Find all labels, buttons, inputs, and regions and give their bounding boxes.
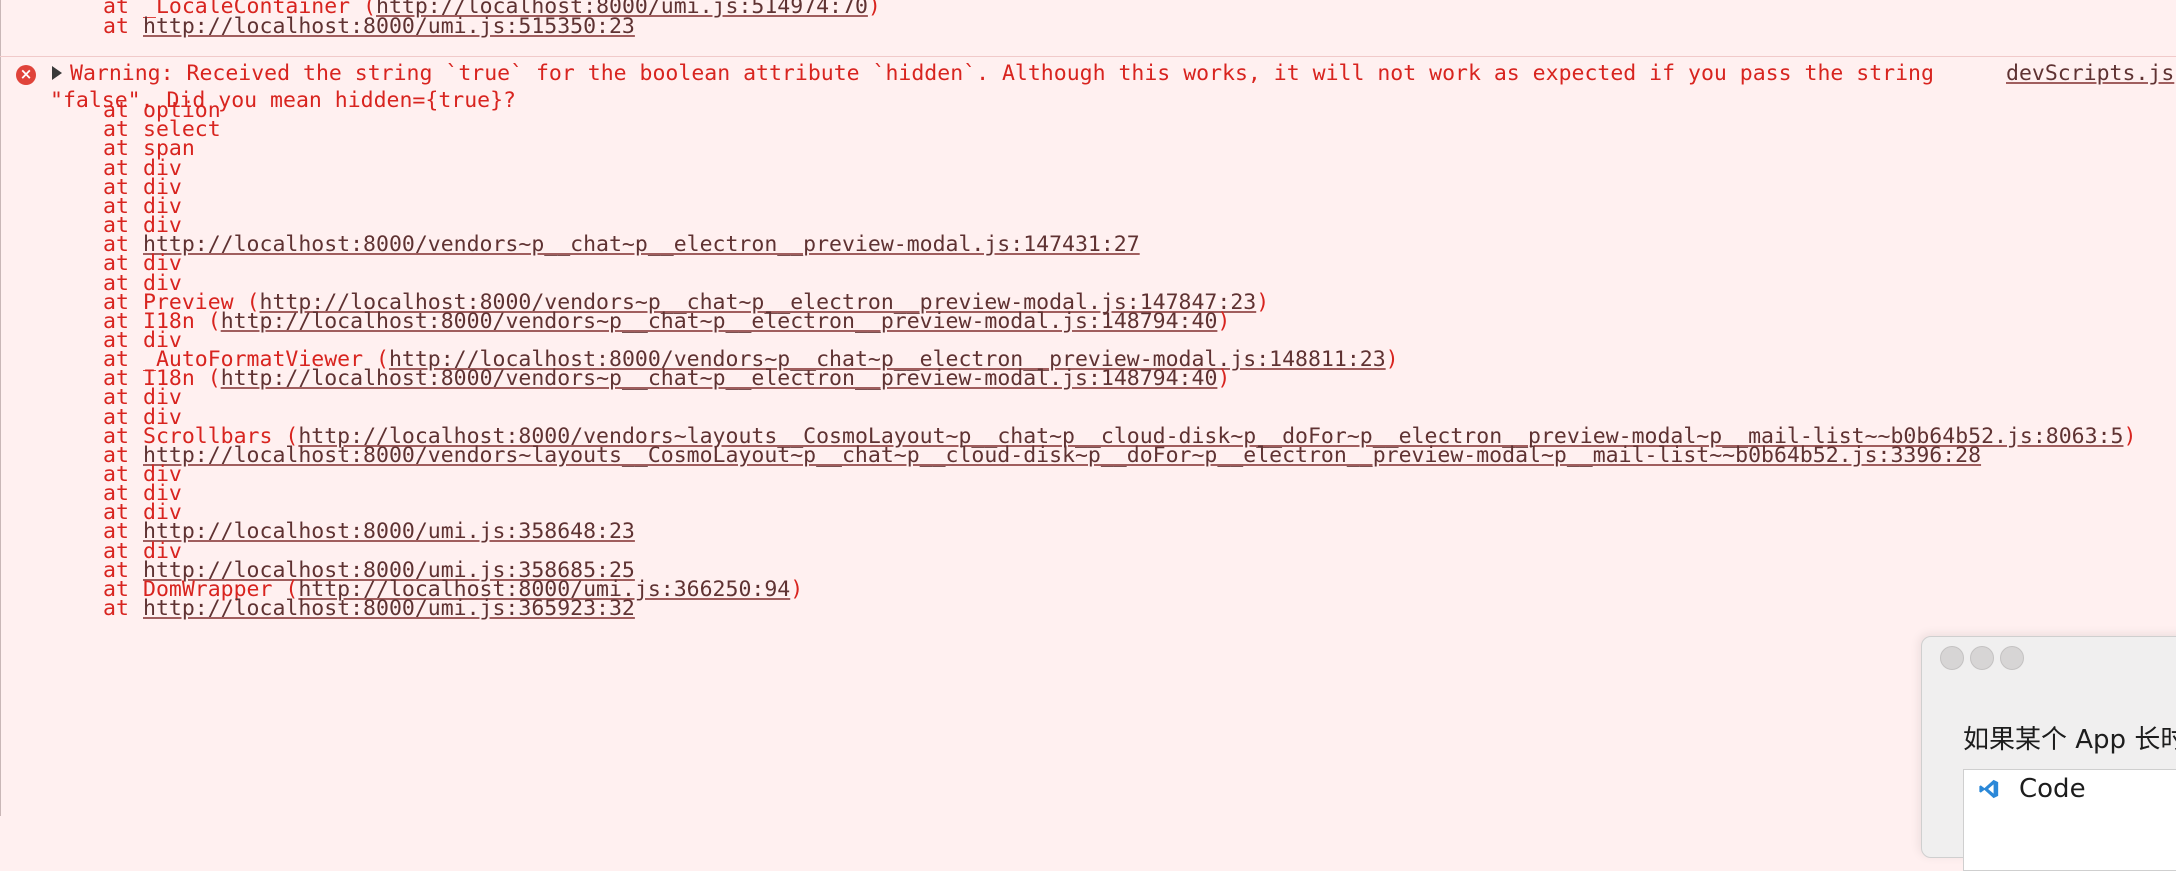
stack-frame: at http://localhost:8000/umi.js:358648:2… bbox=[103, 519, 635, 546]
dialog-prompt-text: 如果某个 App 长时 bbox=[1963, 725, 2176, 755]
close-paren: ) bbox=[1256, 289, 1270, 315]
stack-frame: at http://localhost:8000/umi.js:515350:2… bbox=[103, 14, 635, 41]
stack-frame: at I18n (http://localhost:8000/vendors~p… bbox=[103, 366, 1230, 393]
close-paren: ) bbox=[2123, 423, 2137, 449]
close-paren: ) bbox=[1385, 347, 1399, 373]
close-paren: ) bbox=[1217, 366, 1231, 392]
close-paren: ) bbox=[790, 576, 804, 602]
stack-frame-link[interactable]: http://localhost:8000/vendors~layouts__C… bbox=[143, 443, 1981, 468]
stack-frame-link[interactable]: http://localhost:8000/umi.js:515350:23 bbox=[143, 14, 635, 39]
devtools-console: at _LocaleContainer (http://localhost:80… bbox=[0, 0, 2176, 816]
open-paren: ( bbox=[207, 366, 221, 392]
stack-frame-link[interactable]: http://localhost:8000/vendors~p__chat~p_… bbox=[221, 309, 1218, 334]
stack-frame: at http://localhost:8000/umi.js:365923:3… bbox=[103, 596, 635, 623]
stack-frame-link[interactable]: http://localhost:8000/vendors~p__chat~p_… bbox=[143, 232, 1140, 257]
minimize-window-button[interactable] bbox=[1970, 646, 1994, 670]
stack-frame-link[interactable]: http://localhost:8000/umi.js:358648:23 bbox=[143, 519, 635, 544]
warning-message-line1: Warning: Received the string `true` for … bbox=[70, 61, 1934, 86]
stack-frame-at: at bbox=[103, 596, 142, 622]
zoom-window-button[interactable] bbox=[2000, 646, 2024, 670]
expand-triangle-icon[interactable] bbox=[52, 66, 62, 80]
app-row-code[interactable]: Code bbox=[1964, 770, 2176, 810]
vscode-icon bbox=[1979, 779, 1999, 799]
stack-frame-link[interactable]: http://localhost:8000/vendors~p__chat~p_… bbox=[221, 366, 1218, 391]
stack-frame-at: at bbox=[103, 13, 142, 39]
close-window-button[interactable] bbox=[1940, 646, 1964, 670]
macos-dialog: 如果某个 App 长时 Code bbox=[1921, 636, 2176, 871]
stack-frame: at http://localhost:8000/vendors~layouts… bbox=[103, 443, 1981, 470]
stack-frame-link[interactable]: http://localhost:8000/umi.js:365923:32 bbox=[143, 596, 635, 621]
previous-message-stack: at _LocaleContainer (http://localhost:80… bbox=[0, 0, 2176, 57]
open-paren: ( bbox=[207, 308, 221, 334]
close-paren: ) bbox=[867, 0, 881, 19]
close-paren: ) bbox=[1217, 308, 1231, 334]
app-name-label: Code bbox=[2019, 774, 2086, 804]
console-left-border bbox=[0, 0, 1, 816]
source-file-link[interactable]: devScripts.js bbox=[2006, 60, 2174, 88]
error-icon: × bbox=[16, 65, 36, 85]
app-list: Code bbox=[1963, 769, 2176, 871]
stack-frame: at I18n (http://localhost:8000/vendors~p… bbox=[103, 309, 1230, 336]
stack-frame: at http://localhost:8000/vendors~p__chat… bbox=[103, 232, 1140, 259]
